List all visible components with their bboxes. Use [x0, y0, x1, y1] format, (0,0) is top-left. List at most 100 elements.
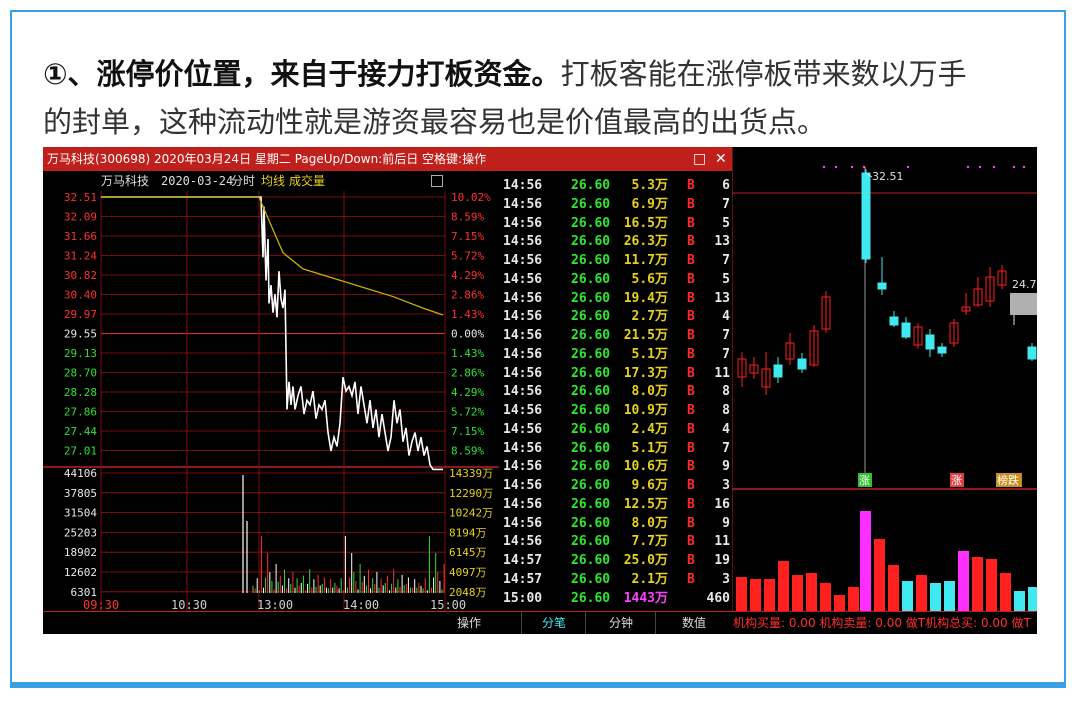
tick-count: 11	[714, 534, 730, 550]
tick-row: 14:56 26.60 19.4万 B 13	[501, 290, 732, 309]
tick-time: 14:56	[503, 290, 543, 306]
volume-right-tick-label: 10242万	[449, 507, 493, 520]
kline-volume-bar	[888, 565, 899, 611]
tick-row: 14:57 26.60 25.0万 B 19	[501, 552, 732, 571]
operate-button[interactable]: 操作	[457, 612, 481, 634]
tick-row: 14:56 26.60 5.1万 B 7	[501, 440, 732, 459]
tick-price: 26.60	[571, 534, 611, 550]
kline-chart[interactable]: 24.7 32.51 涨 涨 榜跌	[732, 147, 1037, 611]
tick-volume: 16.5万	[623, 215, 668, 231]
tick-volume: 6.9万	[631, 196, 668, 212]
window-titlebar: 万马科技(300698) 2020年03月24日 星期二 PageUp/Down…	[43, 147, 732, 171]
kline-volume-bar	[916, 575, 927, 611]
kline-volume-bar	[806, 573, 817, 611]
tick-row: 14:56 26.60 8.0万 B 9	[501, 515, 732, 534]
tick-volume: 9.6万	[631, 478, 668, 493]
kline-volume-bar	[860, 511, 871, 611]
bb-time-start	[43, 612, 103, 634]
kline-tag: 涨	[951, 474, 962, 487]
kline-volume-bar	[958, 551, 969, 611]
kline-volume-bar	[820, 583, 831, 611]
tick-time: 14:57	[503, 571, 543, 587]
tick-side: B	[687, 346, 695, 362]
tick-row: 14:57 26.60 2.1万 B 3	[501, 571, 732, 590]
chart-settings-icon[interactable]	[431, 175, 443, 187]
tick-time: 14:56	[503, 384, 543, 400]
kline-candle	[889, 316, 899, 326]
tick-time: 14:56	[503, 403, 543, 418]
restore-icon[interactable]: □	[693, 147, 706, 171]
tick-row: 14:56 26.60 2.7万 B 4	[501, 308, 732, 327]
volume-label: 成交量	[289, 174, 326, 188]
tick-row: 14:56 26.60 5.3万 B 6	[501, 177, 732, 196]
tick-volume: 5.1万	[631, 440, 668, 456]
tick-time: 14:56	[503, 196, 543, 212]
tick-row: 14:56 26.60 8.0万 B 8	[501, 383, 732, 402]
tick-price: 26.60	[571, 459, 611, 475]
tick-list[interactable]: 14:56 26.60 5.3万 B 6 14:56 26.60 6.9万 B 7 14:56 26.…	[501, 171, 732, 611]
volume-tick-label: 12602	[64, 566, 97, 579]
kline-marker-dot	[1012, 165, 1016, 169]
kline-volume-bar	[902, 581, 913, 611]
tick-row: 14:56 26.60 16.5万 B 5	[501, 215, 732, 234]
tick-time: 14:56	[503, 178, 543, 193]
tick-volume: 2.7万	[631, 309, 668, 325]
tick-time: 14:56	[503, 496, 543, 512]
tick-volume: 19.4万	[623, 290, 668, 306]
kline-volume-bar	[778, 561, 789, 611]
kline-volume-bar	[764, 579, 775, 611]
tick-price: 26.60	[571, 309, 611, 325]
tick-count: 9	[722, 459, 730, 475]
tick-volume: 12.5万	[623, 496, 668, 512]
volume-right-tick-label: 8194万	[449, 526, 487, 539]
tick-count: 11	[714, 365, 730, 381]
close-icon[interactable]: ✕	[715, 147, 727, 171]
tick-count: 7	[722, 346, 730, 362]
tab-minute[interactable]: 分钟	[585, 612, 656, 634]
tick-side: B	[687, 403, 695, 418]
tick-side: B	[687, 309, 695, 325]
volume-tick-label: 31504	[64, 507, 97, 520]
tick-volume: 7.7万	[631, 534, 668, 550]
tick-count: 8	[722, 384, 730, 400]
tick-price: 26.60	[571, 271, 611, 287]
kline-marker-dot	[834, 165, 838, 169]
tick-price: 26.60	[571, 384, 611, 400]
tick-volume: 2.1万	[631, 571, 668, 587]
kline-candle	[797, 358, 807, 370]
volume-tick-label: 18902	[64, 546, 97, 559]
tick-price: 26.60	[571, 215, 611, 231]
pct-tick-label: 2.86%	[451, 367, 484, 380]
tick-side: B	[687, 496, 695, 512]
tick-time: 14:56	[503, 365, 543, 381]
tick-time: 14:56	[503, 440, 543, 456]
bottom-bar: 操作 分笔 分钟 数值 机构买量: 0.00 机构卖量: 0.00 做T机构总买…	[43, 611, 1037, 634]
tick-row: 14:56 26.60 21.5万 B 7	[501, 327, 732, 346]
tick-time: 14:56	[503, 234, 543, 250]
tick-price: 26.60	[571, 290, 611, 306]
kline-marker-dot	[978, 165, 982, 169]
kline-marker-dot	[906, 165, 910, 169]
pct-tick-label: 8.59%	[451, 445, 484, 458]
tick-time: 14:56	[503, 328, 543, 343]
tick-price: 26.60	[571, 178, 611, 193]
tick-volume: 21.5万	[623, 328, 668, 343]
time-axis-label: 09:30	[83, 598, 119, 611]
tab-ticks[interactable]: 分笔	[521, 612, 586, 634]
intraday-chart[interactable]: 32.51 10.02% 32.09 8.59% 31.66 7.15% 31.24 5.72…	[43, 191, 499, 611]
tick-count: 460	[706, 590, 730, 606]
kline-volume-bar	[944, 581, 955, 611]
tick-side: B	[687, 178, 695, 193]
tick-side: B	[687, 253, 695, 268]
pct-tick-label: 1.43%	[451, 308, 484, 321]
tick-price: 26.60	[571, 440, 611, 456]
tick-row: 14:56 26.60 10.6万 B 9	[501, 458, 732, 477]
kline-candle	[773, 364, 783, 378]
intraday-header: 万马科技 2020-03-24 分时 均线 成交量	[43, 171, 499, 191]
time-axis-label: 14:00	[343, 598, 379, 611]
tick-price: 26.60	[571, 496, 611, 512]
tab-values[interactable]: 数值	[655, 612, 732, 634]
tick-row: 14:56 26.60 6.9万 B 7	[501, 196, 732, 215]
tick-time: 14:56	[503, 421, 543, 437]
pct-tick-label: 4.29%	[451, 386, 484, 399]
